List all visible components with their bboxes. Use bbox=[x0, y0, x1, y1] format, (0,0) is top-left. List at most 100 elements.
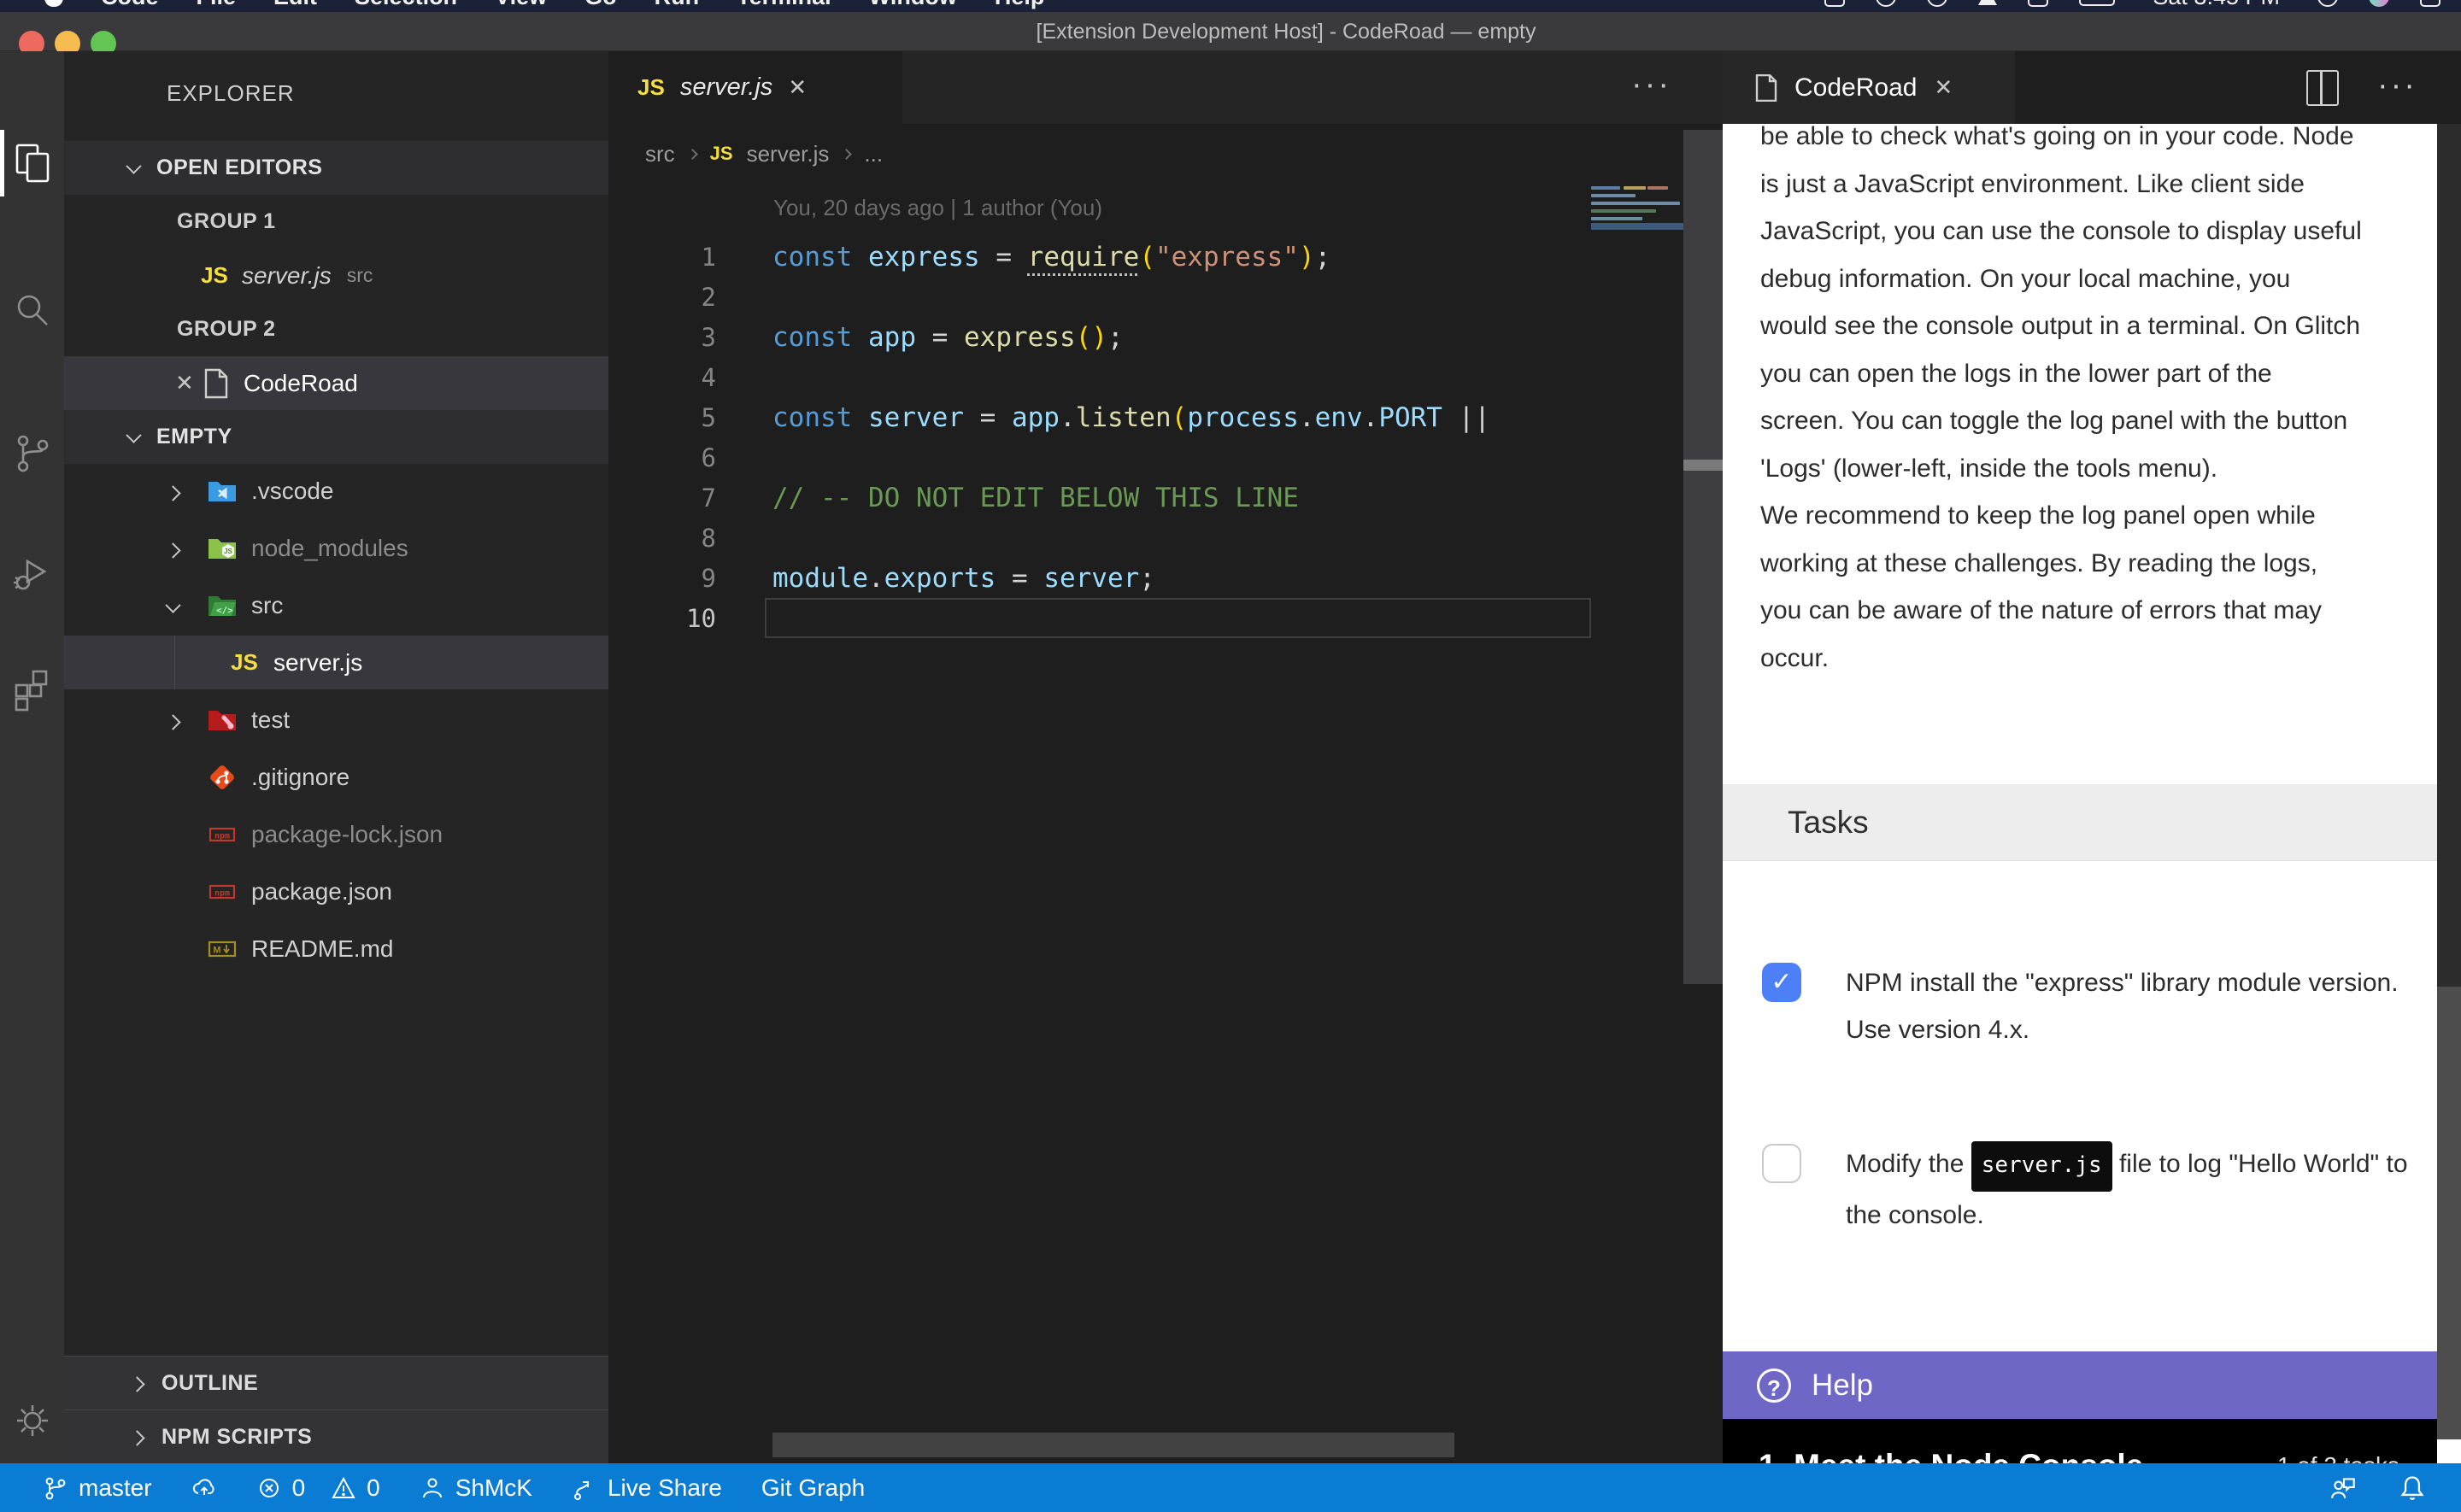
task-checkbox[interactable] bbox=[1762, 1144, 1801, 1183]
code-line-10[interactable]: 10 bbox=[608, 598, 1591, 638]
editor-tab-bar: JS server.js ✕ ··· bbox=[608, 51, 1683, 124]
tab-coderoad[interactable]: CodeRoad ✕ bbox=[1723, 51, 2015, 124]
status-feedback-button[interactable] bbox=[2329, 1474, 2358, 1503]
git-branch-icon bbox=[43, 1475, 68, 1501]
menu-status-icons bbox=[1824, 0, 2115, 7]
code-editor[interactable]: 1const express = require("express");23co… bbox=[608, 237, 1591, 638]
code-line-3[interactable]: 3const app = express(); bbox=[608, 317, 1591, 357]
file-icon bbox=[201, 368, 232, 399]
code-line-1[interactable]: 1const express = require("express"); bbox=[608, 237, 1591, 277]
menu-item-window[interactable]: Window bbox=[869, 0, 957, 10]
tree-item-test[interactable]: test bbox=[64, 693, 608, 747]
menu-item-view[interactable]: View bbox=[495, 0, 547, 10]
activity-source-control-button[interactable] bbox=[0, 417, 64, 490]
close-tab-icon[interactable]: ✕ bbox=[1934, 74, 1959, 101]
panel-more-actions-button[interactable]: ··· bbox=[2377, 51, 2417, 124]
line-number: 4 bbox=[608, 363, 716, 392]
svg-text:M: M bbox=[213, 945, 220, 955]
code-line-6[interactable]: 6 bbox=[608, 437, 1591, 478]
siri-icon[interactable] bbox=[2369, 0, 2389, 7]
svg-text:JS: JS bbox=[224, 548, 232, 555]
tree-item-src[interactable]: </>src bbox=[64, 578, 608, 632]
open-editor-item-server.js[interactable]: JSserver.jssrc bbox=[64, 249, 608, 302]
src-folder-icon: </> bbox=[207, 590, 238, 621]
activity-search-button[interactable] bbox=[0, 275, 64, 349]
open-editors-group-label: GROUP 2 bbox=[177, 302, 276, 356]
battery-icon[interactable] bbox=[2079, 0, 2115, 6]
breadcrumb-symbol[interactable]: ... bbox=[864, 141, 883, 167]
apple-logo-icon[interactable] bbox=[44, 0, 63, 7]
close-tab-icon[interactable]: ✕ bbox=[788, 74, 813, 101]
inline-code: server.js bbox=[1971, 1141, 2112, 1192]
status-0[interactable]: 00 bbox=[256, 1474, 380, 1502]
breadcrumb-file[interactable]: server.js bbox=[747, 141, 830, 167]
activity-run-debug-button[interactable] bbox=[0, 536, 64, 610]
scrollbar-thumb[interactable] bbox=[1683, 130, 1723, 984]
code-line-7[interactable]: 7// -- DO NOT EDIT BELOW THIS LINE bbox=[608, 478, 1591, 518]
task-checkbox[interactable]: ✓ bbox=[1762, 963, 1801, 1002]
record-icon[interactable] bbox=[1927, 0, 1947, 7]
bell-icon bbox=[2398, 1474, 2427, 1503]
menu-item-code[interactable]: Code bbox=[101, 0, 159, 10]
help-button[interactable]: ? Help bbox=[1723, 1351, 2437, 1419]
menu-item-run[interactable]: Run bbox=[655, 0, 699, 10]
workspace-header[interactable]: EMPTY bbox=[64, 410, 608, 464]
editor-scrollbar[interactable] bbox=[1683, 51, 1723, 1463]
files-icon bbox=[10, 141, 55, 185]
scrollbar-thumb[interactable] bbox=[2437, 987, 2461, 1439]
activity-settings-gear-button[interactable] bbox=[0, 1384, 64, 1457]
horizontal-scrollbar[interactable] bbox=[772, 1433, 1454, 1457]
minimap[interactable] bbox=[1591, 184, 1683, 611]
tree-item-.gitignore[interactable]: .gitignore bbox=[64, 750, 608, 804]
editor-item-label: CodeRoad bbox=[244, 370, 358, 397]
menu-item-help[interactable]: Help bbox=[995, 0, 1045, 10]
activity-extensions-button[interactable] bbox=[0, 653, 64, 726]
tab-server-js[interactable]: JS server.js ✕ bbox=[608, 51, 902, 124]
menu-item-edit[interactable]: Edit bbox=[273, 0, 317, 10]
spotlight-icon[interactable] bbox=[2317, 0, 2338, 7]
menu-item-file[interactable]: File bbox=[197, 0, 237, 10]
status-git-graph[interactable]: Git Graph bbox=[761, 1474, 865, 1502]
close-icon[interactable]: ✕ bbox=[175, 370, 201, 396]
code-line-9[interactable]: 9module.exports = server; bbox=[608, 558, 1591, 598]
menu-item-terminal[interactable]: Terminal bbox=[737, 0, 831, 10]
tree-item-.vscode[interactable]: .vscode bbox=[64, 464, 608, 518]
line-number: 5 bbox=[608, 403, 716, 432]
tree-item-readme.md[interactable]: MREADME.md bbox=[64, 922, 608, 976]
chevron-right-icon bbox=[132, 1425, 143, 1450]
split-editor-icon[interactable] bbox=[2306, 70, 2339, 106]
javascript-icon: JS bbox=[637, 74, 665, 101]
activity-explorer-button[interactable] bbox=[0, 126, 64, 200]
panel-scrollbar[interactable] bbox=[2437, 51, 2461, 1463]
open-editor-item-coderoad[interactable]: ✕ CodeRoad bbox=[64, 356, 608, 410]
status-live-share[interactable]: Live Share bbox=[572, 1474, 722, 1502]
status-bell-button[interactable] bbox=[2398, 1474, 2427, 1503]
play-icon[interactable] bbox=[1978, 0, 1997, 5]
code-line-8[interactable]: 8 bbox=[608, 518, 1591, 558]
shield-icon[interactable] bbox=[1876, 0, 1896, 7]
overview-ruler-cursor-mark bbox=[1683, 460, 1723, 471]
tree-item-label: .vscode bbox=[251, 478, 334, 505]
status-master[interactable]: master bbox=[43, 1474, 152, 1502]
breadcrumb-src[interactable]: src bbox=[645, 141, 675, 167]
section-outline[interactable]: OUTLINE bbox=[64, 1356, 608, 1409]
control-center-icon[interactable] bbox=[2420, 0, 2440, 7]
tree-item-node_modules[interactable]: JSnode_modules bbox=[64, 521, 608, 575]
editor-more-actions-button[interactable]: ··· bbox=[1631, 51, 1671, 124]
menu-item-go[interactable]: Go bbox=[584, 0, 617, 10]
chevron-right-icon bbox=[167, 706, 193, 734]
code-line-4[interactable]: 4 bbox=[608, 357, 1591, 397]
menu-item-selection[interactable]: Selection bbox=[355, 0, 457, 10]
open-editors-group-label: GROUP 1 bbox=[177, 195, 276, 249]
section-npm-scripts[interactable]: NPM SCRIPTS bbox=[64, 1409, 608, 1463]
status-cloud-upload[interactable] bbox=[191, 1475, 217, 1501]
code-line-5[interactable]: 5const server = app.listen(process.env.P… bbox=[608, 397, 1591, 437]
display-icon[interactable] bbox=[1824, 0, 1845, 7]
open-editors-header[interactable]: OPEN EDITORS bbox=[64, 141, 608, 195]
code-line-2[interactable]: 2 bbox=[608, 277, 1591, 317]
status-shmck[interactable]: ShMcK bbox=[420, 1474, 532, 1502]
tree-item-package-lock.json[interactable]: npmpackage-lock.json bbox=[64, 807, 608, 861]
tree-item-server.js[interactable]: JSserver.js bbox=[64, 636, 608, 689]
input-menu-icon[interactable] bbox=[2028, 0, 2048, 7]
tree-item-package.json[interactable]: npmpackage.json bbox=[64, 864, 608, 918]
